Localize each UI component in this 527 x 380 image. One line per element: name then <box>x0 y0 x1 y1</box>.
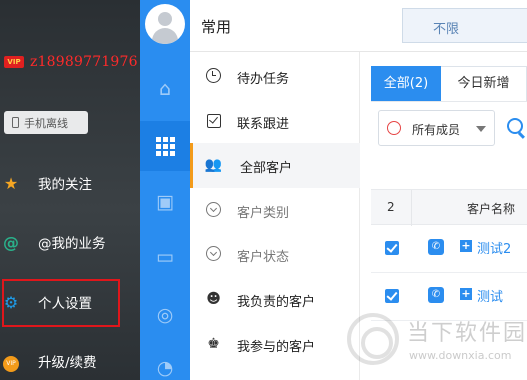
expand-icon[interactable]: + <box>460 240 472 252</box>
row-count: 2 <box>387 200 395 214</box>
submenu: 待办任务 联系跟进 👥 全部客户 客户类别 客户状态 ☻ 我负责的客户 ♚ 我参… <box>190 52 360 380</box>
submenu-item-my-participating[interactable]: ♚ 我参与的客户 <box>190 322 360 367</box>
submenu-item-label: 待办任务 <box>237 72 290 87</box>
submenu-item-follow-up[interactable]: 联系跟进 <box>190 99 360 144</box>
submenu-item-customer-category[interactable]: 客户类别 <box>190 188 360 233</box>
filter-label: 不限 <box>433 22 460 37</box>
member-select-label: 所有成员 <box>412 123 461 137</box>
main-content: 全部(2) 今日新增 所有成员 2 客户名称 ✆ + 测试2 ✆ + 测试 <box>360 52 527 380</box>
vip-badge: VIP <box>4 56 24 68</box>
expand-icon[interactable]: + <box>460 288 472 300</box>
page-title: 常用 <box>201 18 232 36</box>
menu-item-at-my-business[interactable]: @ @我的业务 <box>0 222 140 262</box>
column-divider <box>411 190 412 226</box>
menu-item-label: 我的关注 <box>38 177 92 193</box>
phone-icon <box>12 117 19 128</box>
table-header: 2 客户名称 <box>371 189 527 226</box>
avatar[interactable] <box>145 4 185 44</box>
vip-icon: VIP <box>2 350 20 372</box>
highlight-box <box>2 279 120 327</box>
phone-offline-button[interactable]: 手机离线 <box>4 111 88 134</box>
submenu-item-label: 客户类别 <box>237 206 290 221</box>
submenu-item-label: 全部客户 <box>240 161 293 176</box>
submenu-item-all-customers[interactable]: 👥 全部客户 <box>190 143 360 188</box>
phone-icon[interactable]: ✆ <box>428 239 444 255</box>
tab-bar: 全部(2) 今日新增 <box>371 66 527 102</box>
person-star-icon: ♚ <box>207 335 220 352</box>
chevron-down-icon <box>476 126 486 132</box>
tab-today-new[interactable]: 今日新增 <box>441 66 527 102</box>
submenu-item-my-responsible[interactable]: ☻ 我负责的客户 <box>190 277 360 322</box>
table-row[interactable]: ✆ + 测试 <box>371 273 527 321</box>
star-icon: ★ <box>3 173 19 193</box>
people-icon: 👥 <box>204 156 223 173</box>
menu-item-upgrade-renew[interactable]: VIP 升级/续费 <box>0 341 140 380</box>
person-icon: ☻ <box>206 290 221 307</box>
submenu-item-label: 客户状态 <box>237 250 290 265</box>
pie-icon[interactable]: ◔ <box>140 343 190 380</box>
row-checkbox[interactable] <box>385 241 399 255</box>
phone-offline-label: 手机离线 <box>24 116 68 130</box>
chevron-circle-icon <box>205 201 222 218</box>
clock-icon <box>205 67 222 84</box>
menu-item-my-follow[interactable]: ★ 我的关注 <box>0 163 140 203</box>
column-customer-name[interactable]: 客户名称 <box>467 200 515 217</box>
submenu-item-todo[interactable]: 待办任务 <box>190 54 360 99</box>
chart-icon[interactable]: ◎ <box>140 290 190 340</box>
submenu-item-label: 我负责的客户 <box>237 295 316 310</box>
row-checkbox[interactable] <box>385 289 399 303</box>
left-menu: VIP z18989771976 手机离线 ★ 我的关注 @ @我的业务 ⚙ 个… <box>0 0 140 380</box>
filter-dropdown[interactable]: 不限 <box>402 8 527 43</box>
icon-rail: ⌂ ▣ ▭ ◎ ◔ <box>140 0 190 380</box>
apps-icon[interactable]: ▣ <box>140 177 190 227</box>
submenu-item-label: 我参与的客户 <box>237 340 316 355</box>
tab-all[interactable]: 全部(2) <box>371 66 441 102</box>
tab-divider <box>371 101 527 102</box>
submenu-item-label: 联系跟进 <box>237 117 290 132</box>
search-icon[interactable] <box>507 118 523 134</box>
grid-icon[interactable] <box>140 121 190 171</box>
at-icon: @ <box>3 232 19 252</box>
home-icon[interactable]: ⌂ <box>140 64 190 114</box>
submenu-item-customer-status[interactable]: 客户状态 <box>190 232 360 277</box>
menu-item-label: 升级/续费 <box>38 355 97 371</box>
chevron-circle-icon <box>205 245 222 262</box>
checkbox-icon <box>205 112 222 129</box>
phone-icon[interactable]: ✆ <box>428 287 444 303</box>
username: z18989771976 <box>30 54 138 70</box>
table-row[interactable]: ✆ + 测试2 <box>371 225 527 273</box>
customer-name-link[interactable]: 测试2 <box>477 238 511 257</box>
customer-name-link[interactable]: 测试 <box>477 286 503 305</box>
menu-item-label: @我的业务 <box>38 236 106 252</box>
monitor-icon[interactable]: ▭ <box>140 232 190 282</box>
user-info: VIP z18989771976 <box>4 54 138 70</box>
header: 常用 不限 <box>190 0 527 52</box>
member-select[interactable]: 所有成员 <box>378 110 495 146</box>
person-icon <box>387 121 401 135</box>
